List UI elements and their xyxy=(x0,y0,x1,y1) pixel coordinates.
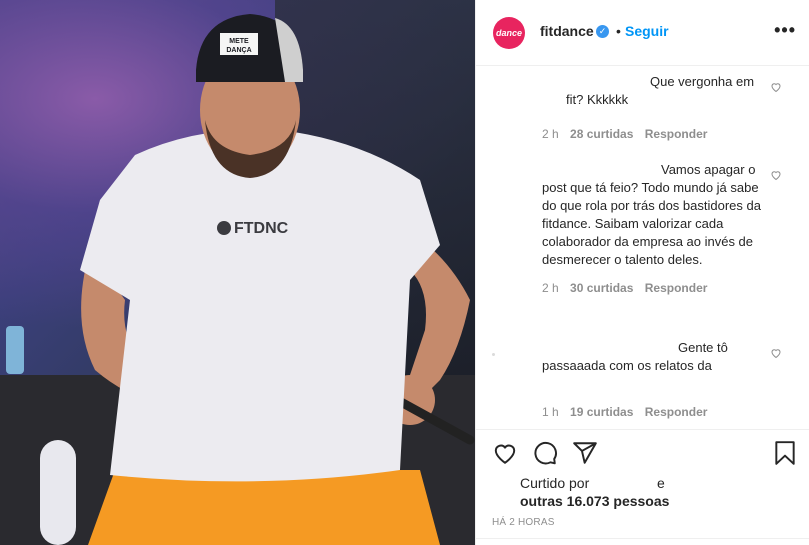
comment-avatar-placeholder xyxy=(492,353,495,356)
comment-item: Vamos apagar o post que tá feio? Todo mu… xyxy=(542,161,774,295)
comment-likes[interactable]: 30 curtidas xyxy=(570,281,633,295)
verified-badge-icon: ✓ xyxy=(596,25,609,38)
comment-text: Gente tô passaaada com os relatos da xyxy=(542,340,728,373)
account-username[interactable]: fitdance xyxy=(540,23,594,39)
reply-button[interactable]: Responder xyxy=(645,127,708,141)
comments-list[interactable]: Que vergonha em fit? Kkkkkk 2 h 28 curti… xyxy=(476,67,809,429)
follow-button[interactable]: Seguir xyxy=(625,23,669,39)
share-send-icon[interactable] xyxy=(572,440,598,466)
comment-meta: 2 h 30 curtidas Responder xyxy=(542,281,774,295)
comment-time[interactable]: 2 h xyxy=(542,281,559,295)
more-options-button[interactable]: ••• xyxy=(774,20,796,41)
comment-item: Gente tô passaaada com os relatos da 1 h… xyxy=(542,339,774,419)
post-side-panel: dance fitdance ✓ • Seguir ••• Que vergon… xyxy=(475,0,809,545)
likes-summary: Curtido por e xyxy=(520,474,665,492)
reply-button[interactable]: Responder xyxy=(645,405,708,419)
post-timestamp[interactable]: HÁ 2 HORAS xyxy=(492,517,555,528)
post-actions-bar xyxy=(476,429,809,475)
comment-meta: 2 h 28 curtidas Responder xyxy=(542,127,774,141)
comment-like-icon[interactable] xyxy=(770,81,784,95)
avatar-logo-text: dance xyxy=(495,28,522,38)
like-heart-icon[interactable] xyxy=(492,440,518,466)
comment-like-icon[interactable] xyxy=(770,169,784,183)
comment-meta: 1 h 19 curtidas Responder xyxy=(542,405,774,419)
comment-item: Que vergonha em fit? Kkkkkk 2 h 28 curti… xyxy=(542,73,774,141)
dancer-illustration: METE DANÇA FTDNC xyxy=(6,14,475,545)
shirt-logo-text: FTDNC xyxy=(234,220,289,237)
comment-like-icon[interactable] xyxy=(770,347,784,361)
comment-likes[interactable]: 19 curtidas xyxy=(570,405,633,419)
likes-others[interactable]: outras 16.073 pessoas xyxy=(520,492,669,510)
panel-divider xyxy=(476,538,809,539)
comment-likes[interactable]: 28 curtidas xyxy=(570,127,633,141)
post-header: dance fitdance ✓ • Seguir ••• xyxy=(476,0,809,66)
cap-text-line1: METE xyxy=(229,38,249,45)
likes-others-count[interactable]: outras 16.073 pessoas xyxy=(520,493,669,509)
account-avatar[interactable]: dance xyxy=(493,17,525,49)
reply-button[interactable]: Responder xyxy=(645,281,708,295)
comment-time[interactable]: 2 h xyxy=(542,127,559,141)
post-photo[interactable]: METE DANÇA FTDNC xyxy=(0,0,475,545)
likes-prefix: Curtido por xyxy=(520,475,590,491)
comment-text: Que vergonha em fit? Kkkkkk xyxy=(566,74,755,107)
bookmark-save-icon[interactable] xyxy=(772,440,798,466)
comment-time[interactable]: 1 h xyxy=(542,405,559,419)
header-separator: • xyxy=(616,23,621,39)
cap-text-line2: DANÇA xyxy=(226,47,251,54)
comment-bubble-icon[interactable] xyxy=(532,440,558,466)
likes-and: e xyxy=(657,475,665,491)
comment-text: Vamos apagar o post que tá feio? Todo mu… xyxy=(542,162,761,267)
